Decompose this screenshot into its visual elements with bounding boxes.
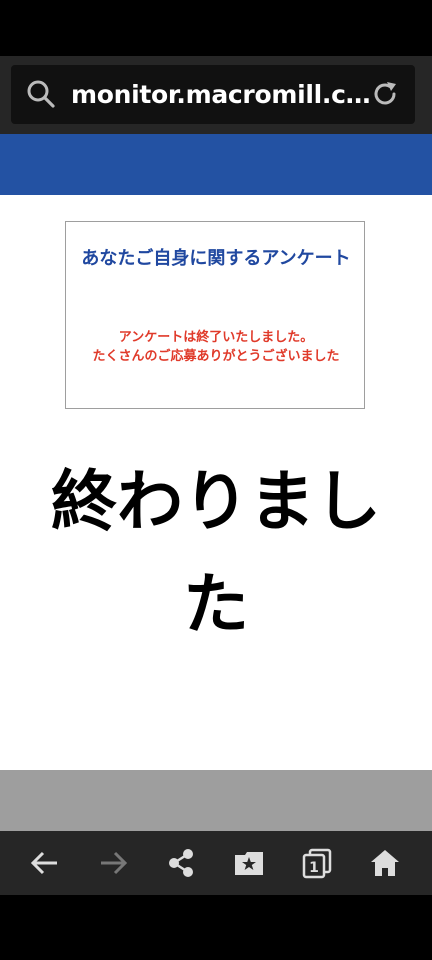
browser-nav-bar: 1	[0, 831, 432, 895]
share-icon[interactable]	[147, 831, 215, 895]
forward-icon[interactable]	[79, 831, 147, 895]
address-bar[interactable]: monitor.macromill.co...	[11, 65, 415, 124]
system-nav-bar	[0, 895, 432, 960]
status-bar	[0, 0, 432, 56]
search-icon	[26, 79, 56, 113]
survey-notice-box: あなたご自身に関するアンケート アンケートは終了いたしました。 たくさんのご応募…	[65, 221, 365, 409]
back-icon[interactable]	[11, 831, 79, 895]
url-text[interactable]: monitor.macromill.co...	[71, 65, 371, 124]
site-header	[0, 134, 432, 195]
bookmarks-icon[interactable]	[215, 831, 283, 895]
finish-heading: 終わりました	[51, 463, 381, 643]
tab-count: 1	[309, 860, 319, 876]
survey-message-line-1: アンケートは終了いたしました。	[118, 330, 314, 345]
survey-title: あなたご自身に関するアンケート	[81, 248, 351, 269]
page-content: あなたご自身に関するアンケート アンケートは終了いたしました。 たくさんのご応募…	[0, 195, 432, 770]
reload-icon[interactable]	[370, 79, 400, 113]
page-footer	[0, 770, 432, 831]
home-icon[interactable]	[351, 831, 419, 895]
survey-message: アンケートは終了いたしました。 たくさんのご応募ありがとうございました	[66, 328, 366, 366]
tabs-icon[interactable]: 1	[283, 831, 351, 895]
browser-toolbar: monitor.macromill.co...	[0, 56, 432, 134]
survey-message-line-2: たくさんのご応募ありがとうございました	[92, 349, 340, 364]
